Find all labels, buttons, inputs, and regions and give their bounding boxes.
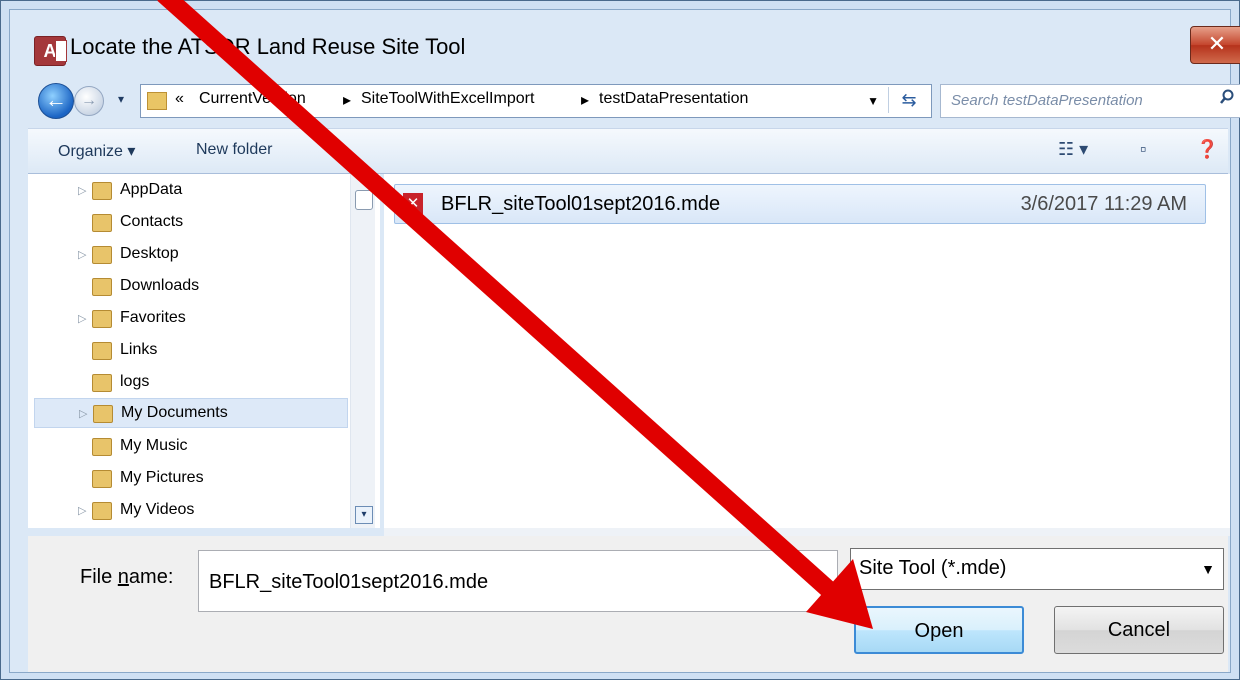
tree-item-links[interactable]: Links bbox=[28, 336, 348, 366]
preview-pane-icon[interactable]: ▫ bbox=[1140, 139, 1146, 160]
tree-item-my-pictures[interactable]: My Pictures bbox=[28, 464, 348, 494]
recent-locations-dropdown[interactable]: ▾ bbox=[118, 92, 124, 106]
forward-button[interactable]: → bbox=[74, 86, 104, 116]
tree-item-desktop[interactable]: ▷ Desktop bbox=[28, 240, 348, 270]
pictures-icon bbox=[92, 470, 112, 488]
breadcrumb-testdatapresentation[interactable]: testDataPresentation bbox=[599, 90, 748, 108]
tree-label: Desktop bbox=[120, 245, 179, 262]
tree-label: My Documents bbox=[121, 404, 228, 421]
file-date-modified: 3/6/2017 11:29 AM bbox=[1020, 193, 1187, 215]
refresh-icon[interactable]: ⇆ bbox=[888, 87, 929, 113]
documents-icon bbox=[93, 405, 113, 423]
tree-label: Contacts bbox=[120, 213, 184, 230]
expand-arrow-icon[interactable]: ▷ bbox=[78, 504, 86, 517]
open-button[interactable]: Open bbox=[854, 606, 1024, 654]
expand-arrow-icon[interactable]: ▷ bbox=[78, 184, 86, 197]
back-button[interactable]: ← bbox=[38, 83, 74, 119]
mde-file-icon: ✕ bbox=[403, 193, 423, 215]
file-name-value[interactable]: BFLR_siteTool01sept2016.mde bbox=[209, 571, 488, 594]
address-bar[interactable]: « CurrentVersion ▸ SiteToolWithExcelImpo… bbox=[140, 84, 932, 118]
search-icon[interactable] bbox=[1219, 89, 1235, 105]
file-row[interactable]: ✕ BFLR_siteTool01sept2016.mde 3/6/2017 1… bbox=[394, 184, 1206, 224]
address-dropdown-icon[interactable]: ▼ bbox=[867, 94, 879, 108]
contacts-icon bbox=[92, 214, 112, 232]
expand-arrow-icon[interactable]: ▷ bbox=[78, 312, 86, 325]
view-options-icon[interactable]: ☷ ▾ bbox=[1058, 139, 1088, 160]
dialog-title: Locate the ATSDR Land Reuse Site Tool bbox=[70, 34, 466, 59]
tree-item-my-documents[interactable]: ▷ My Documents bbox=[34, 398, 348, 428]
navigation-bar: ← → ▾ « CurrentVersion ▸ SiteToolWithExc… bbox=[28, 80, 1240, 120]
search-placeholder[interactable]: Search testDataPresentation bbox=[951, 92, 1143, 109]
tree-label: My Pictures bbox=[120, 469, 204, 486]
dialog-footer: File name: BFLR_siteTool01sept2016.mde S… bbox=[28, 536, 1228, 672]
downloads-icon bbox=[92, 278, 112, 296]
folder-icon bbox=[147, 92, 167, 110]
scrollbar-thumb[interactable] bbox=[355, 190, 373, 210]
tree-item-favorites[interactable]: ▷ Favorites bbox=[28, 304, 348, 334]
file-name-input[interactable]: BFLR_siteTool01sept2016.mde bbox=[198, 550, 838, 612]
search-box[interactable]: Search testDataPresentation bbox=[940, 84, 1240, 118]
scroll-down-button[interactable]: ▾ bbox=[355, 506, 373, 524]
breadcrumb-overflow[interactable]: « bbox=[175, 90, 184, 108]
tree-label: Links bbox=[120, 341, 158, 358]
breadcrumb-sitetoolwithexcelimport[interactable]: SiteToolWithExcelImport bbox=[361, 90, 534, 108]
tree-label: My Videos bbox=[120, 501, 195, 518]
navigation-pane[interactable]: ▷ AppData Contacts ▷ Desktop Downloads ▷ Fa… bbox=[28, 174, 380, 528]
tree-item-my-videos[interactable]: ▷ My Videos bbox=[28, 496, 348, 526]
breadcrumb-separator[interactable]: ▸ bbox=[581, 90, 589, 110]
tree-item-logs[interactable]: logs bbox=[28, 368, 348, 398]
close-button[interactable]: ✕ bbox=[1190, 26, 1240, 64]
folder-icon bbox=[92, 374, 112, 392]
file-name: BFLR_siteTool01sept2016.mde bbox=[441, 193, 721, 215]
file-type-value[interactable]: Site Tool (*.mde) bbox=[859, 557, 1006, 580]
folder-icon bbox=[92, 182, 112, 200]
tree-item-downloads[interactable]: Downloads bbox=[28, 272, 348, 302]
chevron-down-icon[interactable]: ▼ bbox=[1201, 561, 1215, 577]
file-type-filter[interactable]: Site Tool (*.mde) ▼ bbox=[850, 548, 1224, 590]
title-bar: A Locate the ATSDR Land Reuse Site Tool … bbox=[20, 22, 1240, 78]
tree-item-appdata[interactable]: ▷ AppData bbox=[28, 176, 348, 206]
tree-label: Favorites bbox=[120, 309, 186, 326]
videos-icon bbox=[92, 502, 112, 520]
file-name-label: File name: bbox=[80, 566, 174, 588]
expand-arrow-icon[interactable]: ▷ bbox=[79, 407, 87, 420]
pane-divider bbox=[384, 528, 1230, 536]
breadcrumb-separator[interactable]: ▸ bbox=[343, 90, 351, 110]
command-bar: Organize ▾ New folder ☷ ▾ ▫ ❓ bbox=[28, 128, 1228, 174]
favorites-icon bbox=[92, 310, 112, 328]
desktop-icon bbox=[92, 246, 112, 264]
organize-menu[interactable]: Organize ▾ bbox=[58, 141, 135, 161]
tree-item-contacts[interactable]: Contacts bbox=[28, 208, 348, 238]
tree-label: Downloads bbox=[120, 277, 200, 294]
music-icon bbox=[92, 438, 112, 456]
cancel-button[interactable]: Cancel bbox=[1054, 606, 1224, 654]
expand-arrow-icon[interactable]: ▷ bbox=[78, 248, 86, 261]
tree-label: AppData bbox=[120, 181, 183, 198]
tree-label: My Music bbox=[120, 437, 188, 454]
navigation-scrollbar[interactable]: ▾ bbox=[350, 174, 375, 528]
links-icon bbox=[92, 342, 112, 360]
new-folder-button[interactable]: New folder bbox=[196, 141, 272, 159]
breadcrumb-currentversion[interactable]: CurrentVersion bbox=[199, 90, 306, 108]
access-app-icon: A bbox=[34, 36, 67, 66]
tree-label: logs bbox=[120, 373, 150, 390]
help-icon[interactable]: ❓ bbox=[1196, 139, 1218, 160]
tree-item-my-music[interactable]: My Music bbox=[28, 432, 348, 462]
file-list[interactable]: ✕ BFLR_siteTool01sept2016.mde 3/6/2017 1… bbox=[384, 174, 1230, 528]
